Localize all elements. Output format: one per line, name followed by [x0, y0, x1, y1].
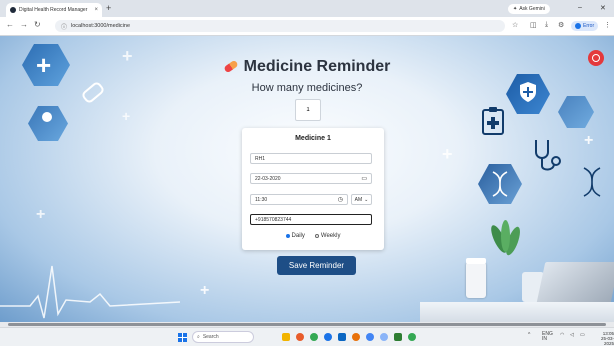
save-reminder-button[interactable]: Save Reminder: [277, 256, 356, 275]
page-title: Medicine Reminder: [0, 58, 614, 76]
heartbeat-line-icon: [0, 265, 180, 319]
clock-icon[interactable]: ◷: [338, 196, 343, 203]
weekly-radio[interactable]: Weekly: [314, 233, 341, 239]
new-tab-button[interactable]: +: [106, 3, 111, 13]
chevron-up-icon[interactable]: ^: [528, 332, 530, 338]
page-title-text: Medicine Reminder: [243, 58, 391, 75]
clipboard-icon: [482, 107, 504, 135]
scrollbar-thumb[interactable]: [8, 323, 606, 326]
browser-titlebar: Digital Health Record Manager × + ✦ Ask …: [0, 0, 614, 17]
dna-icon: [583, 167, 601, 197]
system-clock[interactable]: 13:05 25-03-2025: [596, 331, 614, 346]
ampm-select[interactable]: AM ⌄: [351, 194, 372, 205]
phone-input[interactable]: +918570823744: [250, 214, 372, 225]
browser-tab[interactable]: Digital Health Record Manager ×: [6, 3, 102, 17]
language-indicator[interactable]: ENG IN: [542, 332, 553, 342]
taskbar: ⌕ Search ^ ENG IN ◠ ◁ ▭ 13:05 25-03-2025: [0, 327, 614, 346]
page-viewport: + + + + + + + Medicine Reminder How many…: [0, 36, 614, 322]
stethoscope-icon: [535, 140, 561, 171]
profile-label: Error: [583, 23, 595, 29]
date-value: 22-03-2020: [255, 175, 281, 182]
download-icon[interactable]: ⤓: [545, 21, 548, 29]
medicine-count-input[interactable]: [295, 99, 321, 121]
chevron-down-icon: ⌄: [364, 196, 369, 203]
minimize-icon[interactable]: –: [578, 4, 582, 11]
hex-decoration: [558, 96, 594, 128]
person-icon: [42, 112, 52, 122]
profile-avatar-icon: [575, 23, 581, 29]
plus-decoration-icon: +: [584, 132, 594, 149]
date-input[interactable]: 22-03-2020 ▭: [250, 173, 372, 184]
plus-decoration-icon: +: [200, 282, 210, 299]
reload-icon[interactable]: ↻: [34, 20, 41, 29]
time-group: 11:30 ◷ AM ⌄: [250, 194, 372, 205]
medicine-name-input[interactable]: RH1: [250, 153, 372, 164]
app-icon[interactable]: [408, 333, 416, 341]
calendar-icon[interactable]: ▭: [361, 175, 367, 182]
plus-decoration-icon: +: [122, 108, 131, 124]
desk-surface-decoration: [420, 302, 614, 322]
plus-decoration-icon: +: [36, 206, 46, 223]
file-explorer-icon[interactable]: [282, 333, 290, 341]
split-view-icon[interactable]: ◫: [530, 21, 537, 29]
frequency-group: Daily Weekly: [242, 233, 384, 239]
medicine-name-value: RH1: [255, 155, 266, 162]
radio-dot-icon: [285, 234, 290, 238]
app-icon[interactable]: [394, 333, 402, 341]
forward-icon[interactable]: →: [20, 20, 28, 29]
daily-label: Daily: [291, 233, 305, 239]
medicine-card-title: Medicine 1: [295, 135, 331, 142]
daily-radio[interactable]: Daily: [285, 233, 305, 239]
edge-icon[interactable]: [324, 333, 332, 341]
lang-sub-label: IN: [542, 336, 547, 342]
medicine-card: Medicine 1 RH1 22-03-2020 ▭ 11:30 ◷ AM ⌄…: [242, 128, 384, 250]
tab-favicon-icon: [10, 7, 16, 13]
wifi-icon[interactable]: ◠: [560, 332, 564, 338]
back-icon[interactable]: ←: [6, 20, 14, 29]
time-value: 11:30: [255, 196, 268, 203]
plus-decoration-icon: +: [442, 144, 453, 164]
extensions-icon[interactable]: ⚙: [558, 21, 564, 29]
menu-kebab-icon[interactable]: ⋮: [604, 21, 611, 29]
medicine-pill-icon: [222, 59, 239, 74]
time-input[interactable]: 11:30 ◷: [250, 194, 348, 205]
profile-button[interactable]: Error: [571, 21, 599, 31]
site-info-icon[interactable]: ⓘ: [61, 22, 67, 31]
app-icon[interactable]: [352, 333, 360, 341]
medicine-count-question: How many medicines?: [251, 82, 363, 94]
browser-toolbar: ← → ↻ ⓘ localhost:3000/medicine ☆ ◫ ⤓ ⚙ …: [0, 17, 614, 36]
battery-icon[interactable]: ▭: [580, 332, 585, 338]
bookmark-star-icon[interactable]: ☆: [512, 21, 518, 29]
ask-gemini-button[interactable]: ✦ Ask Gemini: [508, 4, 550, 14]
pill-bottle-cap: [466, 258, 486, 264]
address-url: localhost:3000/medicine: [71, 23, 131, 29]
vscode-icon[interactable]: [338, 333, 346, 341]
app-icon[interactable]: [296, 333, 304, 341]
search-icon: ⌕: [197, 334, 200, 340]
plant-decoration: [488, 220, 528, 274]
address-bar[interactable]: ⓘ localhost:3000/medicine: [55, 20, 505, 32]
tab-title: Digital Health Record Manager: [19, 7, 88, 13]
ask-gemini-label: Ask Gemini: [519, 6, 545, 12]
ampm-value: AM: [354, 196, 363, 203]
chrome-icon[interactable]: [310, 333, 318, 341]
phone-value: +918570823744: [255, 216, 292, 223]
dna-icon: [492, 171, 508, 197]
windows-start-icon[interactable]: [178, 333, 187, 342]
gemini-icon: ✦: [513, 6, 518, 12]
tab-close-icon[interactable]: ×: [94, 7, 98, 13]
chrome-icon[interactable]: [366, 333, 374, 341]
volume-icon[interactable]: ◁: [570, 332, 574, 338]
radio-dot-icon: [314, 234, 319, 238]
taskbar-search[interactable]: ⌕ Search: [192, 331, 254, 343]
pill-bottle-decoration: [466, 262, 486, 298]
close-window-icon[interactable]: ✕: [600, 4, 606, 12]
taskbar-search-label: Search: [202, 334, 219, 340]
search-app-icon[interactable]: [380, 333, 388, 341]
weekly-label: Weekly: [320, 233, 341, 239]
